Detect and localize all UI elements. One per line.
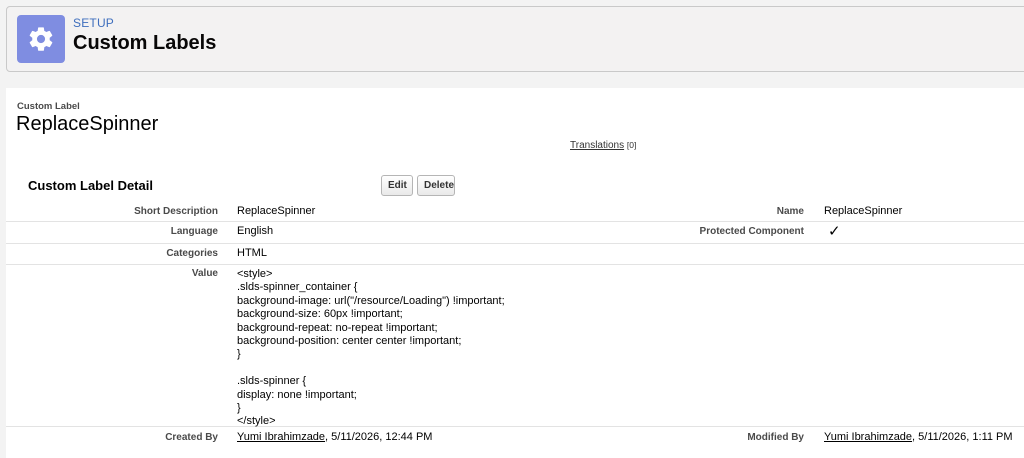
value-content: <style> .slds-spinner_container { backgr… [237,268,505,428]
created-by-date: , 5/11/2026, 12:44 PM [325,431,433,443]
name-label: Name [776,206,804,217]
delete-button[interactable]: Delete [417,175,455,196]
translations-link[interactable]: Translations [570,140,624,151]
created-by-value: Yumi Ibrahimzade, 5/11/2026, 12:44 PM [237,431,432,443]
edit-button[interactable]: Edit [381,175,413,196]
setup-gear-icon-box [17,15,65,63]
gear-icon [29,27,53,51]
language-label: Language [170,226,218,237]
detail-row-categories: Categories HTML [6,244,1024,265]
detail-row-value: Value <style> .slds-spinner_container { … [6,265,1024,427]
created-by-user-link[interactable]: Yumi Ibrahimzade [237,431,325,443]
detail-section-title: Custom Label Detail [28,178,153,193]
language-value: English [237,225,274,237]
modified-by-date: , 5/11/2026, 1:11 PM [912,431,1013,443]
record-detail-panel: Custom Label ReplaceSpinner Translations… [6,88,1024,458]
short-description-value: ReplaceSpinner [237,205,316,217]
protected-component-label: Protected Component [699,226,804,237]
short-description-label: Short Description [134,206,218,217]
protected-checkmark-icon: ✓ [828,223,841,240]
detail-row-audit: Created By Yumi Ibrahimzade, 5/11/2026, … [6,427,1024,451]
page-header: SETUP Custom Labels [6,6,1024,72]
value-label: Value [191,268,218,279]
record-type-label: Custom Label [17,101,80,112]
translations-link-wrap: Translations [0] [570,140,636,151]
modified-by-label: Modified By [747,432,804,443]
categories-value: HTML [237,247,267,259]
page-title: Custom Labels [73,32,217,54]
modified-by-value: Yumi Ibrahimzade, 5/11/2026, 1:11 PM [824,431,1013,443]
translations-count: [0] [626,140,637,150]
created-by-label: Created By [165,432,218,443]
record-name: ReplaceSpinner [16,113,159,135]
modified-by-user-link[interactable]: Yumi Ibrahimzade [824,431,912,443]
categories-label: Categories [166,248,218,259]
detail-row-short-description: Short Description ReplaceSpinner Name Re… [6,200,1024,222]
name-value: ReplaceSpinner [824,205,903,217]
setup-breadcrumb[interactable]: SETUP [73,16,114,30]
detail-row-language: Language English Protected Component ✓ [6,222,1024,244]
